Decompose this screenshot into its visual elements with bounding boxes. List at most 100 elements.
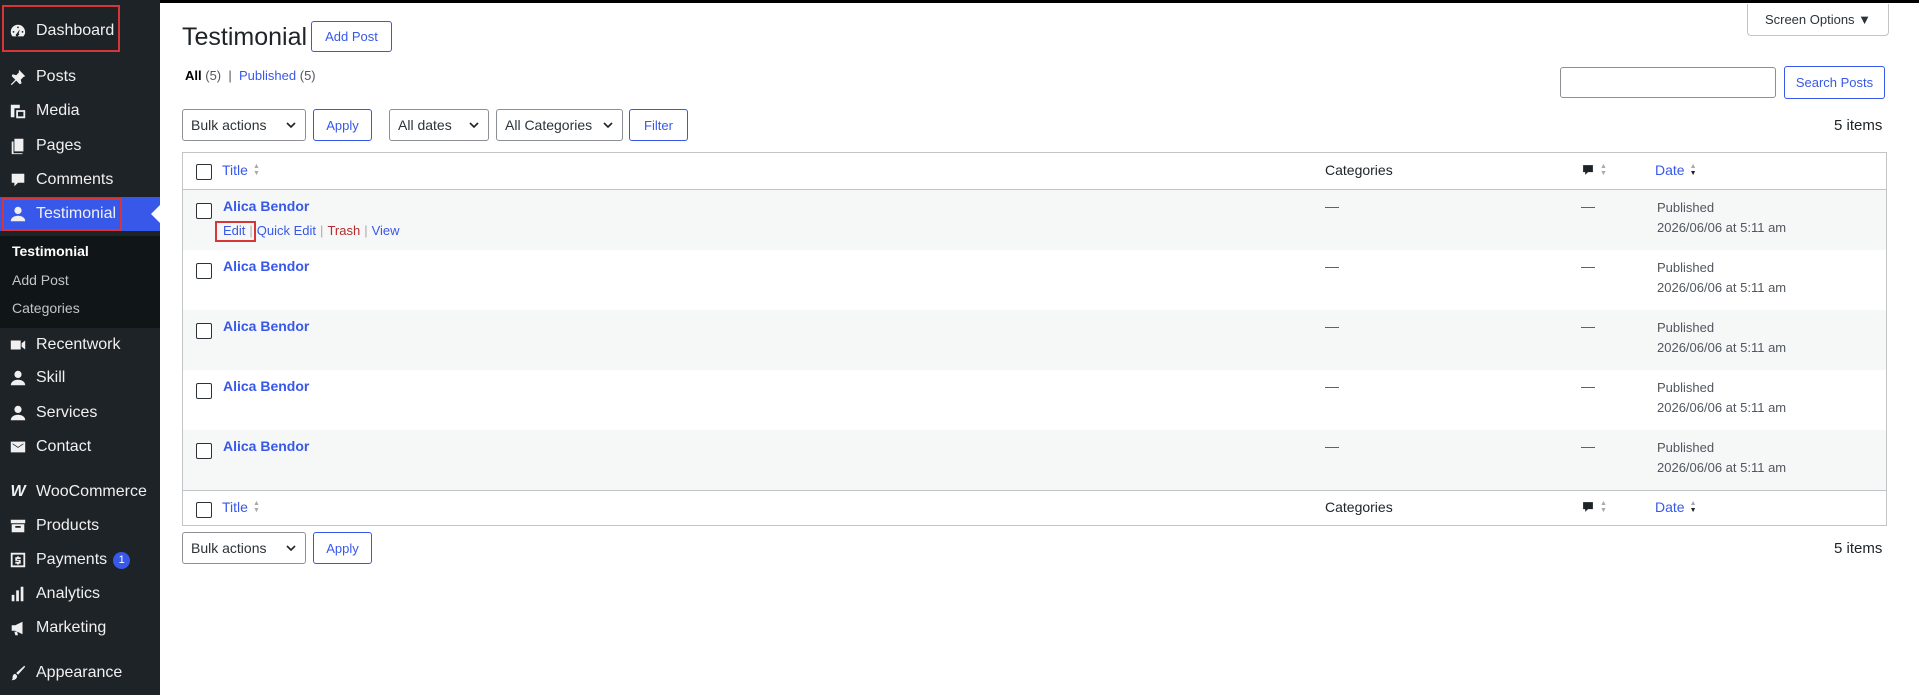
sidebar-item-label: Payments — [36, 551, 108, 568]
sidebar-item-products[interactable]: Products — [0, 509, 160, 543]
search-input[interactable] — [1560, 67, 1776, 98]
sidebar-item-payments[interactable]: Payments 1 — [0, 543, 160, 577]
bulk-actions-value: Bulk actions — [191, 117, 267, 133]
chevron-down-icon — [286, 122, 296, 129]
categories-value: All Categories — [505, 117, 593, 133]
apply-button[interactable]: Apply — [313, 109, 372, 141]
sidebar-submenu: Testimonial Add Post Categories — [0, 236, 160, 328]
filter-all-link[interactable]: All — [185, 68, 202, 83]
items-count-bottom: 5 items — [1834, 540, 1883, 557]
submenu-item-categories[interactable]: Categories — [12, 300, 80, 316]
post-date: 2026/06/06 at 5:11 am — [1657, 400, 1787, 415]
table-row: Alica Bendor — — Published 2026/06/06 at… — [183, 370, 1886, 430]
sidebar-item-services[interactable]: Services — [0, 396, 160, 430]
highlight-box-edit — [215, 221, 256, 242]
chevron-down-icon — [286, 545, 296, 552]
row-title-link[interactable]: Alica Bendor — [223, 378, 309, 394]
sidebar-item-analytics[interactable]: Analytics — [0, 577, 160, 611]
woo-icon: W — [10, 483, 26, 500]
column-categories: Categories — [1325, 162, 1393, 178]
search-posts-button[interactable]: Search Posts — [1784, 66, 1885, 99]
sidebar-item-pages[interactable]: Pages — [0, 129, 160, 163]
email-icon — [9, 438, 27, 456]
post-status: Published — [1657, 440, 1715, 455]
payments-badge: 1 — [113, 551, 131, 569]
sidebar-item-appearance[interactable]: Appearance — [0, 656, 160, 690]
dates-select[interactable]: All dates — [389, 109, 489, 141]
quick-edit-link[interactable]: Quick Edit — [257, 223, 316, 238]
categories-cell: — — [1325, 378, 1339, 394]
sidebar-item-label: Skill — [36, 369, 66, 386]
column-comments-sort-footer[interactable]: ▲ ▼ — [1581, 500, 1607, 514]
bulk-actions-select-bottom[interactable]: Bulk actions — [182, 532, 306, 564]
sidebar-item-comments[interactable]: Comments — [0, 163, 160, 197]
sidebar-item-label: Services — [36, 404, 98, 421]
column-title-label: Title — [222, 499, 248, 515]
sidebar-item-woocommerce[interactable]: W WooCommerce — [0, 475, 160, 509]
row-checkbox[interactable] — [196, 203, 212, 219]
sidebar-item-marketing[interactable]: Marketing — [0, 611, 160, 645]
sidebar-item-media[interactable]: Media — [0, 94, 160, 128]
column-comments-sort[interactable]: ▲ ▼ — [1581, 163, 1607, 177]
video-icon — [9, 336, 27, 354]
add-post-button[interactable]: Add Post — [311, 21, 392, 52]
row-checkbox[interactable] — [196, 383, 212, 399]
table-header: Title ▲ ▼ Categories ▲ ▼ Date ▲ ▼ — [183, 153, 1886, 190]
date-cell: Published 2026/06/06 at 5:11 am — [1657, 438, 1786, 478]
sidebar-item-contact[interactable]: Contact — [0, 430, 160, 464]
sidebar-item-label: Contact — [36, 438, 92, 455]
column-title-sort[interactable]: Title ▲ ▼ — [222, 162, 260, 178]
apply-button-bottom[interactable]: Apply — [313, 532, 372, 564]
column-date-sort[interactable]: Date ▲ ▼ — [1655, 162, 1697, 178]
sort-icon: ▲ ▼ — [1600, 500, 1607, 514]
sidebar-item-posts[interactable]: Posts — [0, 60, 160, 94]
row-title-link[interactable]: Alica Bendor — [223, 438, 309, 454]
post-status: Published — [1657, 260, 1715, 275]
bulk-actions-select[interactable]: Bulk actions — [182, 109, 306, 141]
post-status: Published — [1657, 380, 1715, 395]
column-title-sort-footer[interactable]: Title ▲ ▼ — [222, 499, 260, 515]
brush-icon — [9, 664, 27, 682]
sort-icon: ▲ ▼ — [1600, 163, 1607, 177]
post-date: 2026/06/06 at 5:11 am — [1657, 220, 1787, 235]
screen-options-button[interactable]: Screen Options ▼ — [1747, 4, 1889, 36]
filter-button[interactable]: Filter — [629, 109, 688, 141]
trash-link[interactable]: Trash — [327, 223, 360, 238]
user-icon — [9, 369, 27, 387]
table-row: Alica Bendor — — Published 2026/06/06 at… — [183, 430, 1886, 490]
comments-cell: — — [1581, 198, 1595, 214]
user-icon — [9, 404, 27, 422]
sidebar-item-recentwork[interactable]: Recentwork — [0, 328, 160, 362]
table-footer: Title ▲ ▼ Categories ▲ ▼ Date ▲ ▼ — [183, 490, 1886, 527]
date-cell: Published 2026/06/06 at 5:11 am — [1657, 378, 1786, 418]
select-all-checkbox-footer[interactable] — [196, 502, 212, 518]
submenu-item-testimonial[interactable]: Testimonial — [12, 243, 89, 259]
comment-icon — [9, 171, 27, 189]
post-date: 2026/06/06 at 5:11 am — [1657, 280, 1787, 295]
highlight-box-dashboard — [2, 5, 120, 52]
comments-cell: — — [1581, 318, 1595, 334]
column-date-sort-footer[interactable]: Date ▲ ▼ — [1655, 499, 1697, 515]
comments-cell: — — [1581, 258, 1595, 274]
sort-icon: ▲ ▼ — [252, 163, 260, 177]
sidebar-item-label: Appearance — [36, 664, 123, 681]
dates-value: All dates — [398, 117, 452, 133]
row-title-link[interactable]: Alica Bendor — [223, 198, 309, 214]
row-title-link[interactable]: Alica Bendor — [223, 318, 309, 334]
categories-select[interactable]: All Categories — [496, 109, 623, 141]
row-title-link[interactable]: Alica Bendor — [223, 258, 309, 274]
filter-published-link[interactable]: Published — [239, 68, 296, 83]
select-all-checkbox[interactable] — [196, 164, 212, 180]
sidebar-item-skill[interactable]: Skill — [0, 361, 160, 395]
submenu-item-add-post[interactable]: Add Post — [12, 272, 69, 288]
row-checkbox[interactable] — [196, 263, 212, 279]
pin-icon — [9, 68, 27, 86]
row-checkbox[interactable] — [196, 323, 212, 339]
comment-icon — [1583, 502, 1593, 512]
row-checkbox[interactable] — [196, 443, 212, 459]
table-row: Alica Bendor Edit | Quick Edit | Trash |… — [183, 190, 1886, 250]
dollar-icon — [9, 551, 27, 569]
date-cell: Published 2026/06/06 at 5:11 am — [1657, 198, 1786, 238]
view-link[interactable]: View — [372, 223, 400, 238]
pages-icon — [9, 137, 27, 155]
